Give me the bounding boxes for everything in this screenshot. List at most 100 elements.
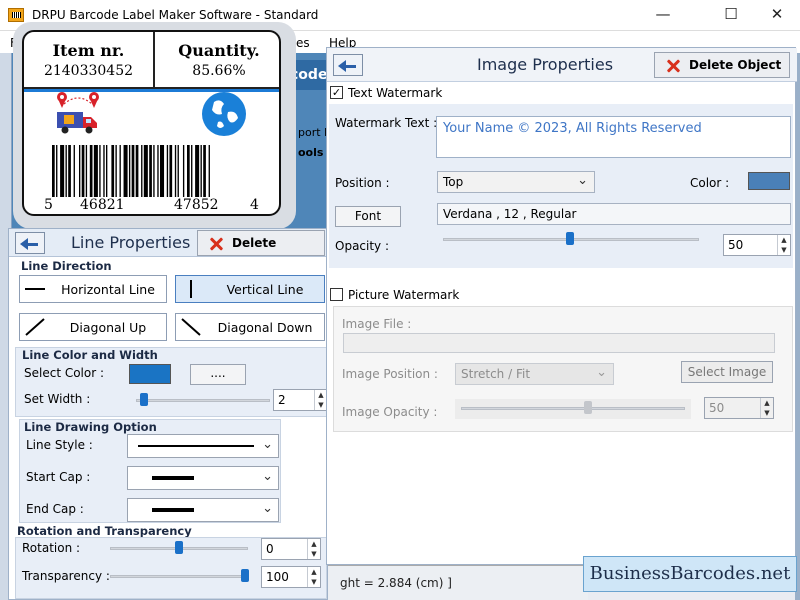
chevron-down-icon: ⌄ (596, 365, 607, 380)
rotation-slider-thumb[interactable] (175, 541, 183, 554)
maximize-button[interactable]: ☐ (708, 0, 754, 31)
opacity-label: Opacity : (335, 239, 390, 253)
label-preview-card: Item nr. 2140330452 Quantity. 85.66% 5 4… (13, 22, 296, 229)
image-opacity-slider-thumb (584, 401, 592, 414)
width-input[interactable]: 2 ▲ ▼ (273, 389, 328, 411)
barcode-bar (157, 145, 159, 197)
position-value: Top (443, 175, 464, 189)
app-icon (8, 8, 24, 22)
barcode-bar (119, 145, 121, 197)
image-opacity-label: Image Opacity : (342, 405, 438, 419)
line-direction-title: Line Direction (21, 259, 112, 273)
barcode-digits-left: 46821 (80, 197, 125, 213)
qty-key: Quantity. (178, 41, 260, 60)
barcode-bar (149, 145, 152, 197)
line-color-swatch[interactable] (129, 364, 171, 384)
diagonal-up-button[interactable]: Diagonal Up (19, 313, 167, 341)
width-slider-track[interactable] (136, 399, 270, 402)
export-fragment: port I (298, 126, 328, 139)
width-slider-thumb[interactable] (140, 393, 148, 406)
font-button[interactable]: Font (335, 206, 401, 227)
vertical-line-label: Vertical Line (226, 282, 304, 297)
barcode-bar (200, 145, 202, 197)
barcode-bar (187, 145, 190, 197)
image-opacity-value: 50 (709, 401, 725, 415)
vertical-line-button[interactable]: Vertical Line (175, 275, 325, 303)
transparency-slider-thumb[interactable] (241, 569, 249, 582)
brand-watermark: BusinessBarcodes.net (583, 556, 797, 592)
transparency-spin-arrows[interactable]: ▲ ▼ (307, 567, 320, 587)
set-width-label: Set Width : (24, 392, 91, 406)
end-cap-dropdown[interactable]: ⌄ (127, 498, 279, 522)
text-watermark-section: Watermark Text : Your Name © 2023, All R… (329, 104, 793, 268)
picture-watermark-label: Picture Watermark (348, 288, 460, 302)
watermark-text-input[interactable]: Your Name © 2023, All Rights Reserved (436, 116, 791, 158)
barcode-bar (73, 145, 75, 197)
barcode-bar (65, 145, 67, 197)
delete-x-icon (208, 236, 224, 252)
barcode-bar (52, 145, 55, 197)
barcode-digit-start: 5 (44, 197, 53, 213)
line-style-sample (138, 445, 254, 447)
diagonal-up-label: Diagonal Up (69, 320, 147, 335)
chevron-down-icon: ⌄ (577, 173, 588, 188)
transparency-input[interactable]: 100 ▲ ▼ (261, 566, 321, 588)
width-value: 2 (278, 393, 286, 407)
barcode-bar (141, 145, 143, 197)
opacity-spin-arrows[interactable]: ▲ ▼ (777, 235, 790, 255)
item-key: Item nr. (52, 41, 125, 60)
diagonal-up-icon (25, 318, 45, 336)
line-delete-object-button[interactable]: Delete Object (197, 230, 325, 274)
location-pins-icon (57, 92, 99, 108)
barcode-bar (89, 145, 93, 197)
vertical-line-icon (190, 280, 192, 298)
barcode-bar (135, 145, 139, 197)
line-drawing-title: Line Drawing Option (24, 420, 157, 434)
diagonal-down-icon (181, 318, 201, 336)
qty-value: 85.66% (192, 63, 246, 79)
window-title: DRPU Barcode Label Maker Software - Stan… (32, 8, 319, 22)
rotation-value: 0 (266, 542, 274, 556)
watermark-color-swatch[interactable] (748, 172, 790, 190)
barcode-image (52, 145, 210, 197)
image-opacity-spin-arrows: ▲ ▼ (760, 398, 773, 418)
transparency-slider-track[interactable] (110, 575, 248, 578)
image-position-dropdown: Stretch / Fit ⌄ (455, 363, 614, 385)
barcode-bar (128, 145, 131, 197)
image-file-label: Image File : (342, 317, 412, 331)
barcode-bar (131, 145, 135, 197)
barcode-bar (166, 145, 169, 197)
menu-fragment[interactable]: es (296, 36, 310, 50)
rotation-input[interactable]: 0 ▲ ▼ (261, 538, 321, 560)
horizontal-line-label: Horizontal Line (61, 282, 155, 297)
rotation-spin-arrows[interactable]: ▲ ▼ (307, 539, 320, 559)
color-label: Color : (690, 176, 730, 190)
image-delete-object-button[interactable]: Delete Object (654, 52, 790, 78)
barcode-bar (153, 145, 155, 197)
horizontal-line-button[interactable]: Horizontal Line (19, 275, 167, 303)
position-dropdown[interactable]: Top ⌄ (437, 171, 595, 193)
barcode-bar (123, 145, 128, 197)
barcode-bar (115, 145, 117, 197)
line-color-width-section: Line Color and Width Select Color : ....… (15, 347, 328, 417)
end-cap-label: End Cap : (26, 502, 84, 516)
picture-watermark-checkbox[interactable] (330, 288, 343, 301)
text-watermark-checkbox[interactable]: ✓ (330, 86, 343, 99)
start-cap-sample (152, 476, 194, 480)
more-color-button[interactable]: .... (190, 364, 246, 385)
transparency-label: Transparency : (22, 569, 110, 583)
close-button[interactable]: ✕ (754, 0, 800, 31)
start-cap-dropdown[interactable]: ⌄ (127, 466, 279, 490)
minimize-button[interactable]: — (640, 0, 686, 31)
chevron-down-icon: ⌄ (262, 437, 273, 452)
line-back-button[interactable] (15, 232, 45, 254)
line-style-dropdown[interactable]: ⌄ (127, 434, 279, 458)
diagonal-down-button[interactable]: Diagonal Down (175, 313, 325, 341)
opacity-slider-thumb[interactable] (566, 232, 574, 245)
image-back-button[interactable] (333, 54, 363, 76)
barcode-bar (79, 145, 81, 197)
barcode-bar (169, 145, 173, 197)
image-properties-header: Image Properties Delete Object (327, 48, 797, 82)
opacity-input[interactable]: 50 ▲ ▼ (723, 234, 791, 256)
chevron-down-icon: ⌄ (262, 469, 273, 484)
